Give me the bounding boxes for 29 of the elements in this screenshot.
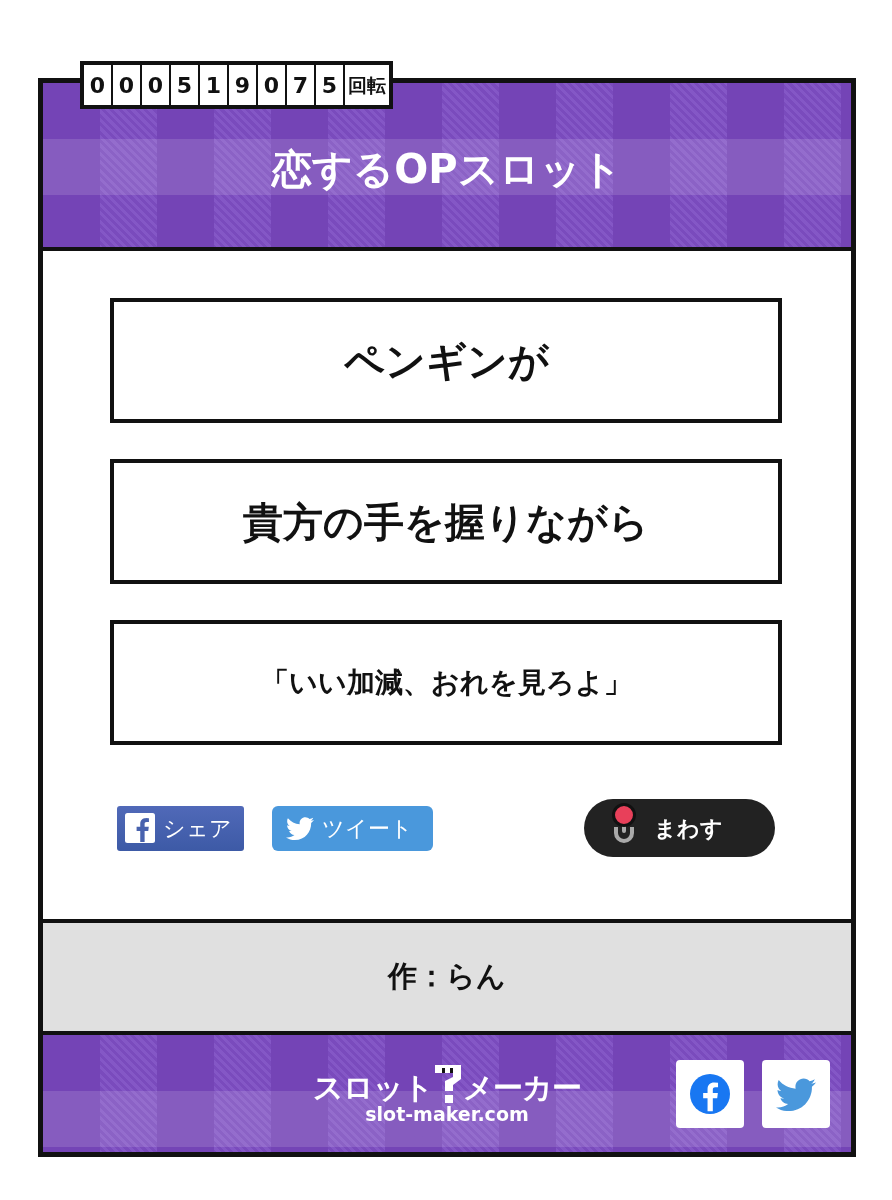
logo-text: メーカー (463, 1073, 581, 1103)
counter-digit: 0 (113, 65, 140, 105)
facebook-icon (690, 1073, 730, 1114)
facebook-icon (125, 813, 155, 843)
slot-title: 恋するOPスロット (272, 145, 622, 194)
counter-digit: 7 (287, 65, 314, 105)
mascot-icon (433, 1063, 463, 1103)
counter-digit: 0 (258, 65, 285, 105)
counter-digit: 5 (171, 65, 198, 105)
bird-icon (286, 816, 314, 840)
lever-icon (612, 803, 636, 843)
reel-text: 貴方の手を握りながら (110, 459, 782, 584)
twitter-button[interactable] (762, 1059, 830, 1128)
counter-digit: 0 (84, 65, 111, 105)
logo-text: スロット (313, 1073, 433, 1103)
counter-digit: 1 (200, 65, 227, 105)
counter-digit: 5 (316, 65, 343, 105)
logo-domain: slot-maker.com (365, 1105, 529, 1124)
counter-unit: 回転 (345, 65, 389, 105)
reel-quote: 「いい加減、おれを見ろよ」 (110, 620, 782, 745)
facebook-share-button[interactable]: シェア (117, 805, 244, 851)
author-credit: 作：らん (388, 958, 506, 996)
spin-button[interactable]: まわす (584, 799, 775, 857)
counter-digit: 9 (229, 65, 256, 105)
facebook-button[interactable] (676, 1059, 744, 1128)
reel-text: ペンギンが (110, 298, 782, 423)
tweet-button[interactable]: ツイート (272, 805, 433, 851)
bird-icon (776, 1076, 816, 1111)
counter-digit: 0 (142, 65, 169, 105)
